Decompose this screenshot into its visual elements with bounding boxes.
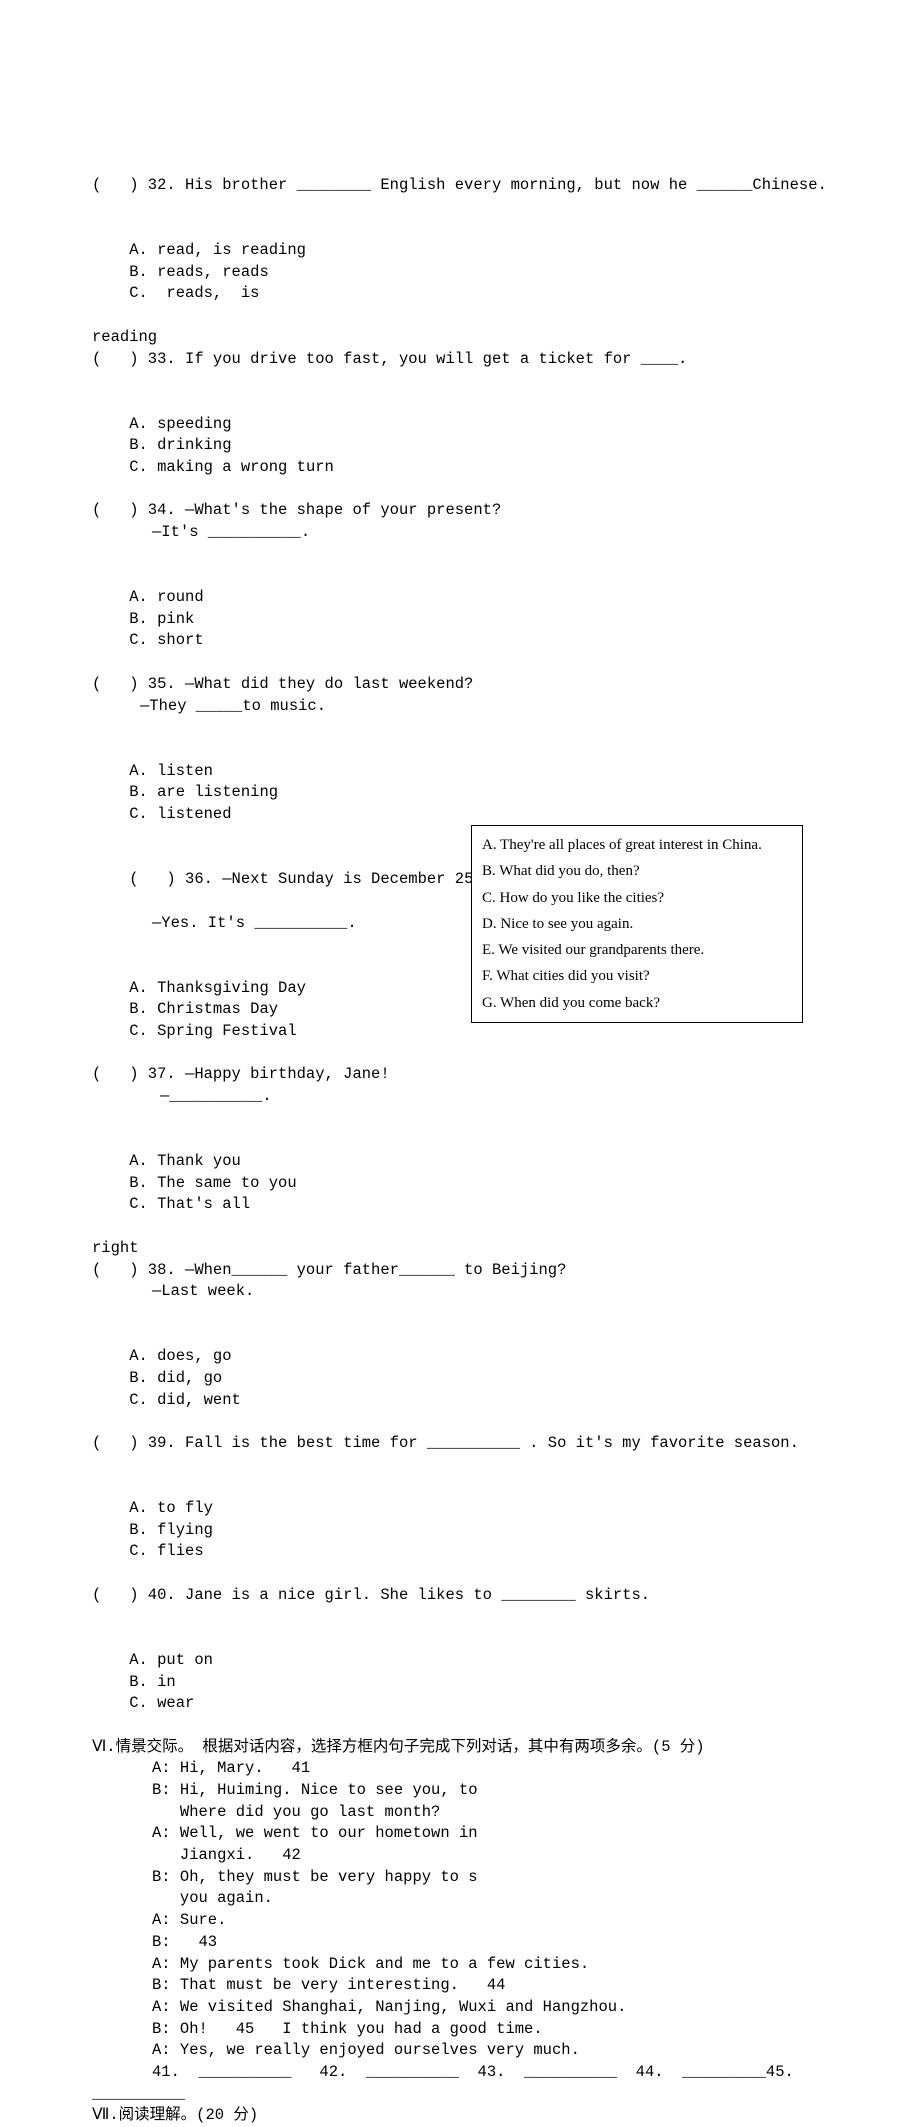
q38-options: A. does, go B. did, go C. did, went	[92, 1303, 828, 1433]
q35-b: B. are listening	[129, 782, 343, 804]
q36-a: A. Thanksgiving Day	[129, 978, 307, 1000]
dialog-line-5: A: Sure.	[92, 1910, 828, 1932]
q33-options: A. speeding B. drinking C. making a wron…	[92, 370, 828, 500]
q32-a: A. read, is reading	[129, 240, 325, 262]
q35-c: C. listened	[129, 805, 231, 823]
dialog-line-4b: you again.	[92, 1888, 828, 1910]
q37-options: A. Thank you B. The same to you C. That'…	[92, 1108, 828, 1238]
q39-options: A. to fly B. flying C. flies	[92, 1455, 828, 1585]
q32-c: C. reads, is	[129, 284, 259, 302]
option-e: E. We visited our grandparents there.	[482, 937, 792, 963]
option-d: D. Nice to see you again.	[482, 911, 792, 937]
worksheet-page: ( ) 32. His brother ________ English eve…	[0, 0, 920, 2127]
q40-c: C. wear	[129, 1694, 194, 1712]
q33-b: B. drinking	[129, 435, 333, 457]
q35-line2: —They _____to music.	[92, 696, 828, 718]
option-g: G. When did you come back?	[482, 990, 792, 1016]
dialog-line-3b: Jiangxi. 42	[92, 1845, 828, 1867]
q39-b: B. flying	[129, 1520, 305, 1542]
answers-cont: __________	[92, 2084, 828, 2106]
q38-a: A. does, go	[129, 1346, 289, 1368]
dialog-line-2b: Where did you go last month?	[92, 1802, 828, 1824]
q36-c: C. Spring Festival	[129, 1022, 296, 1040]
option-f: F. What cities did you visit?	[482, 963, 792, 989]
q35-a: A. listen	[129, 761, 325, 783]
dialog-line-11: A: Yes, we really enjoyed ourselves very…	[92, 2040, 828, 2062]
dialog-line-2a: B: Hi, Huiming. Nice to see you, to	[92, 1780, 828, 1802]
dialog-line-4a: B: Oh, they must be very happy to s	[92, 1867, 828, 1889]
q33-a: A. speeding	[129, 414, 303, 436]
q40-a: A. put on	[129, 1650, 289, 1672]
q37-stem: ( ) 37. —Happy birthday, Jane!	[92, 1064, 828, 1086]
q37-c: C. That's all	[129, 1195, 250, 1213]
dialog-line-1: A: Hi, Mary. 41	[92, 1758, 828, 1780]
q34-options: A. round B. pink C. short	[92, 544, 828, 674]
section7-title: Ⅶ.阅读理解。(20 分)	[92, 2105, 828, 2127]
q36-stem-pre: ( ) 36. —Next Sunday is December 25	[129, 870, 473, 888]
q38-stem: ( ) 38. —When______ your father______ to…	[92, 1260, 828, 1282]
q33-stem: ( ) 33. If you drive too fast, you will …	[92, 349, 828, 371]
dialog-line-9: A: We visited Shanghai, Nanjing, Wuxi an…	[92, 1997, 828, 2019]
option-b: B. What did you do, then?	[482, 858, 792, 884]
dialog-line-6: B: 43	[92, 1932, 828, 1954]
q32-c-cont: reading	[92, 327, 828, 349]
q38-line2: —Last week.	[92, 1281, 828, 1303]
option-a: A. They're all places of great interest …	[482, 832, 792, 858]
q40-b: B. in	[129, 1672, 341, 1694]
q32-stem: ( ) 32. His brother ________ English eve…	[92, 175, 828, 197]
q34-line2: —It's __________.	[92, 522, 828, 544]
q34-a: A. round	[129, 587, 287, 609]
q35-stem: ( ) 35. —What did they do last weekend?	[92, 674, 828, 696]
section6-title: Ⅵ.情景交际。 根据对话内容，选择方框内句子完成下列对话，其中有两项多余。(5 …	[92, 1737, 828, 1759]
q33-c: C. making a wrong turn	[129, 458, 334, 476]
q37-a: A. Thank you	[129, 1151, 325, 1173]
q37-line2: —__________.	[92, 1086, 828, 1108]
dialog-line-3a: A: Well, we went to our hometown in	[92, 1823, 828, 1845]
q34-b: B. pink	[129, 609, 403, 631]
q38-b: B. did, go	[129, 1368, 361, 1390]
q38-c: C. did, went	[129, 1391, 241, 1409]
q36-b: B. Christmas Day	[129, 999, 343, 1021]
q39-c: C. flies	[129, 1542, 203, 1560]
q37-c-cont: right	[92, 1238, 828, 1260]
q40-options: A. put on B. in C. wear	[92, 1607, 828, 1737]
q37-b: B. The same to you	[129, 1173, 343, 1195]
q39-a: A. to fly	[129, 1498, 325, 1520]
dialog-line-10: B: Oh! 45 I think you had a good time.	[92, 2019, 828, 2041]
options-box: A. They're all places of great interest …	[471, 825, 803, 1023]
answers-line: 41. __________ 42. __________ 43. ______…	[92, 2062, 828, 2084]
q32-b: B. reads, reads	[129, 262, 345, 284]
q40-stem: ( ) 40. Jane is a nice girl. She likes t…	[92, 1585, 828, 1607]
dialog-line-8: B: That must be very interesting. 44	[92, 1975, 828, 1997]
option-c: C. How do you like the cities?	[482, 885, 792, 911]
q32-options: A. read, is reading B. reads, reads C. r…	[92, 197, 828, 327]
q39-stem: ( ) 39. Fall is the best time for ______…	[92, 1433, 828, 1455]
dialog-line-7: A: My parents took Dick and me to a few …	[92, 1954, 828, 1976]
q34-c: C. short	[129, 631, 203, 649]
q34-stem: ( ) 34. —What's the shape of your presen…	[92, 500, 828, 522]
